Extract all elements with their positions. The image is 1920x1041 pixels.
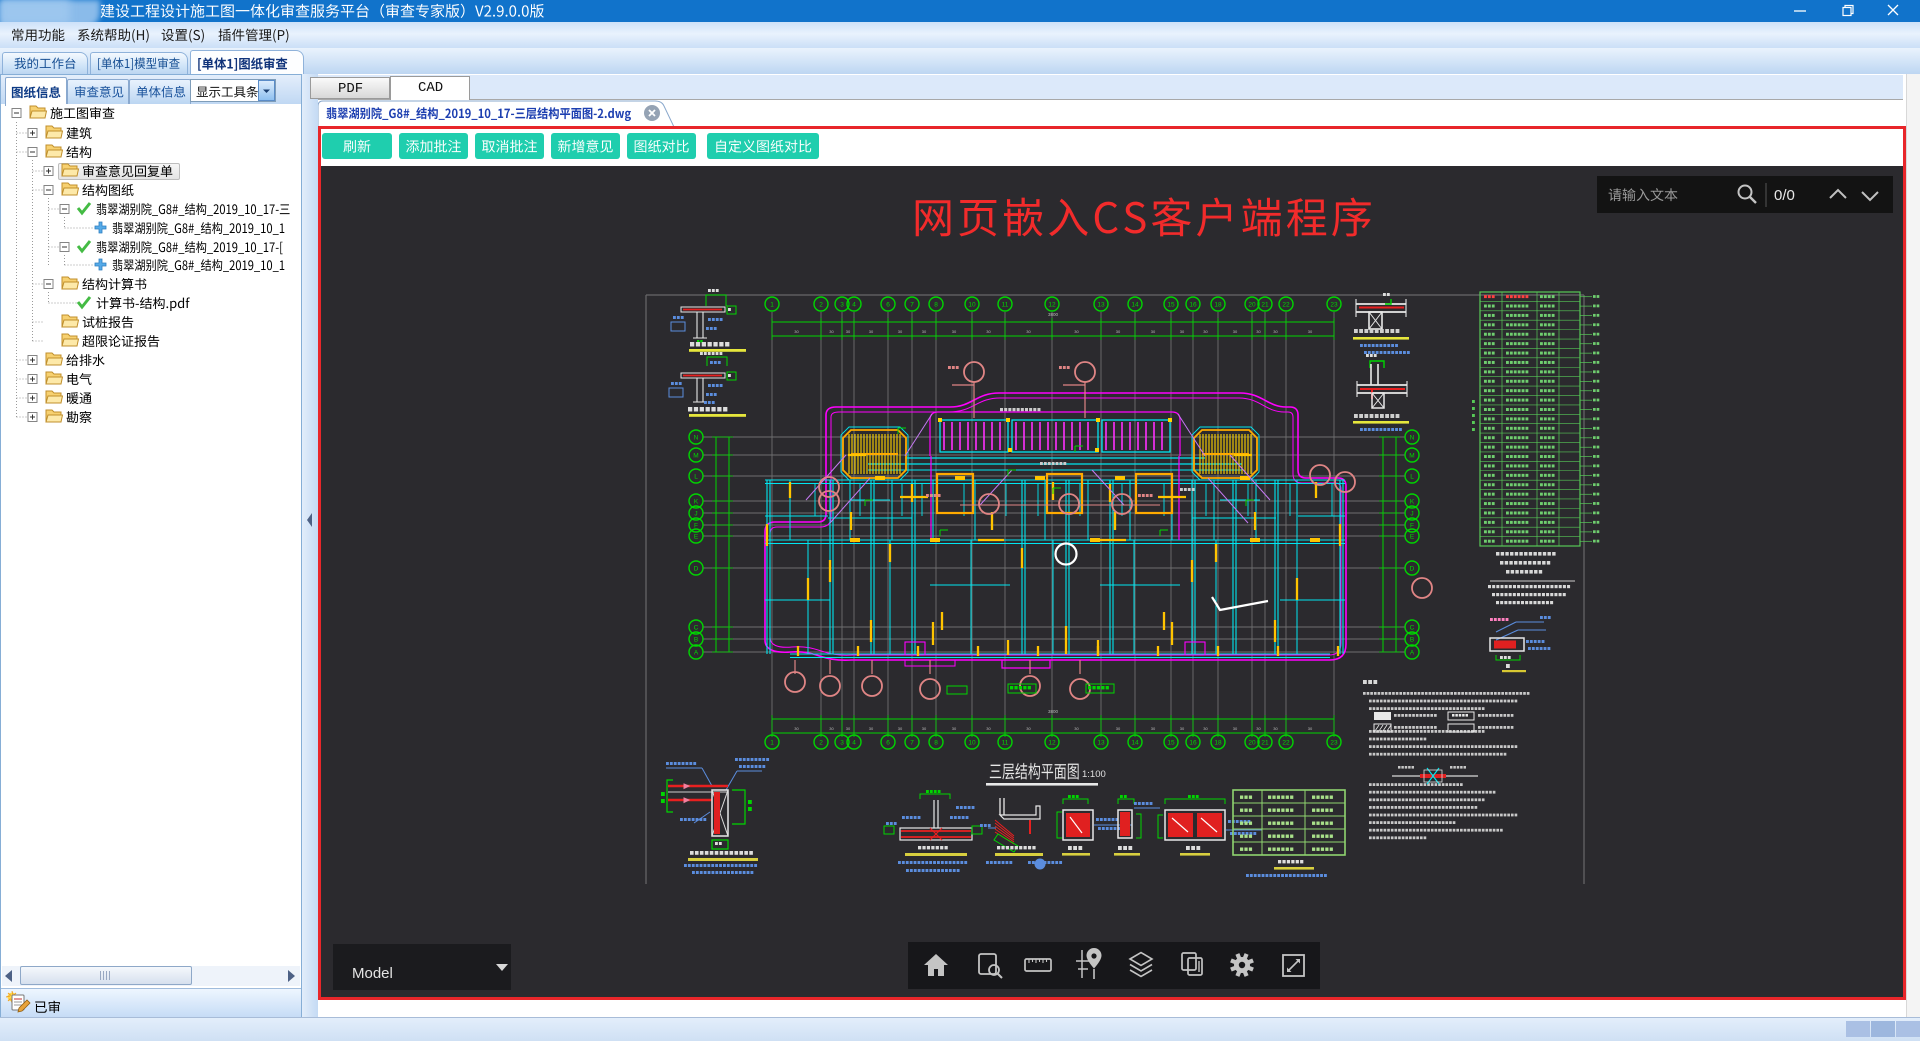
svg-text:K: K (694, 499, 699, 506)
svg-text:3800: 3800 (1048, 709, 1059, 714)
svg-text:22: 22 (1282, 302, 1290, 309)
svg-text:30: 30 (846, 329, 851, 334)
svg-text:30: 30 (846, 726, 851, 731)
svg-text:1: 1 (770, 740, 774, 747)
svg-text:B: B (1410, 637, 1414, 644)
svg-text:30: 30 (986, 726, 991, 731)
svg-text:C: C (1410, 625, 1415, 632)
svg-text:6: 6 (886, 740, 890, 747)
svg-text:3: 3 (840, 302, 844, 309)
svg-text:30: 30 (1026, 726, 1031, 731)
svg-text:30: 30 (1308, 726, 1313, 731)
svg-text:30: 30 (1256, 726, 1261, 731)
svg-text:30: 30 (952, 329, 957, 334)
svg-text:30: 30 (794, 726, 799, 731)
svg-text:2: 2 (819, 740, 823, 747)
svg-text:12: 12 (1048, 302, 1056, 309)
svg-text:30: 30 (1180, 726, 1185, 731)
svg-text:30: 30 (922, 726, 927, 731)
svg-text:30: 30 (1151, 726, 1156, 731)
svg-text:N: N (694, 435, 699, 442)
svg-text:7: 7 (910, 302, 914, 309)
svg-text:7: 7 (910, 740, 914, 747)
svg-text:E: E (694, 534, 699, 541)
svg-text:0/0: 0/0 (1774, 187, 1795, 204)
svg-text:15: 15 (1167, 302, 1175, 309)
svg-text:30: 30 (1180, 329, 1185, 334)
svg-text:13: 13 (1097, 740, 1105, 747)
svg-text:4: 4 (852, 740, 856, 747)
svg-text:21: 21 (1261, 302, 1269, 309)
svg-text:A: A (1410, 650, 1415, 657)
svg-text:K: K (1410, 499, 1415, 506)
svg-text:M: M (693, 453, 698, 460)
svg-text:30: 30 (1233, 329, 1238, 334)
svg-text:18: 18 (1214, 302, 1222, 309)
svg-text:12: 12 (1048, 740, 1056, 747)
svg-text:15: 15 (1167, 740, 1175, 747)
svg-text:30: 30 (1026, 329, 1031, 334)
svg-text:30: 30 (1273, 726, 1278, 731)
svg-text:8: 8 (934, 302, 938, 309)
svg-text:30: 30 (1116, 329, 1121, 334)
svg-text:10: 10 (968, 302, 976, 309)
svg-text:23: 23 (1330, 740, 1338, 747)
svg-text:30: 30 (1116, 726, 1121, 731)
svg-text:E: E (1410, 534, 1415, 541)
svg-text:30: 30 (869, 726, 874, 731)
svg-text:13: 13 (1097, 302, 1105, 309)
svg-text:4: 4 (852, 302, 856, 309)
svg-text:10: 10 (968, 740, 976, 747)
svg-text:16: 16 (1189, 740, 1197, 747)
svg-text:1:100: 1:100 (1082, 769, 1106, 780)
svg-text:30: 30 (1233, 726, 1238, 731)
svg-text:30: 30 (952, 726, 957, 731)
svg-text:L: L (694, 474, 698, 481)
svg-text:3800: 3800 (1048, 312, 1059, 317)
svg-text:C: C (694, 625, 699, 632)
svg-text:L: L (1410, 474, 1414, 481)
svg-text:30: 30 (986, 329, 991, 334)
svg-text:30: 30 (898, 329, 903, 334)
svg-text:30: 30 (1273, 329, 1278, 334)
svg-text:8: 8 (934, 740, 938, 747)
svg-text:2: 2 (819, 302, 823, 309)
svg-text:30: 30 (794, 329, 799, 334)
svg-text:M: M (1409, 453, 1414, 460)
svg-text:22: 22 (1282, 740, 1290, 747)
svg-text:30: 30 (1074, 329, 1079, 334)
svg-text:14: 14 (1131, 302, 1139, 309)
svg-text:A: A (694, 650, 699, 657)
svg-text:30: 30 (922, 329, 927, 334)
svg-text:23: 23 (1330, 302, 1338, 309)
svg-text:30: 30 (829, 329, 834, 334)
svg-text:6: 6 (886, 302, 890, 309)
svg-text:J: J (1410, 511, 1413, 518)
svg-text:30: 30 (898, 726, 903, 731)
svg-text:11: 11 (1002, 302, 1009, 309)
svg-text:30: 30 (1203, 329, 1208, 334)
svg-text:16: 16 (1189, 302, 1197, 309)
svg-text:1: 1 (770, 302, 774, 309)
svg-text:20: 20 (1248, 740, 1256, 747)
svg-text:18: 18 (1214, 740, 1222, 747)
svg-text:N: N (1410, 435, 1415, 442)
svg-text:21: 21 (1261, 740, 1269, 747)
svg-text:30: 30 (829, 726, 834, 731)
svg-text:30: 30 (1308, 329, 1313, 334)
svg-text:D: D (1410, 566, 1415, 573)
svg-text:D: D (694, 566, 699, 573)
svg-text:20: 20 (1248, 302, 1256, 309)
svg-text:30: 30 (1203, 726, 1208, 731)
svg-text:30: 30 (1151, 329, 1156, 334)
svg-text:B: B (694, 637, 698, 644)
svg-text:Model: Model (352, 965, 393, 982)
svg-text:3: 3 (840, 740, 844, 747)
svg-text:30: 30 (1074, 726, 1079, 731)
svg-text:J: J (694, 511, 697, 518)
svg-text:30: 30 (1256, 329, 1261, 334)
svg-text:14: 14 (1131, 740, 1139, 747)
svg-text:11: 11 (1002, 740, 1009, 747)
svg-text:30: 30 (869, 329, 874, 334)
